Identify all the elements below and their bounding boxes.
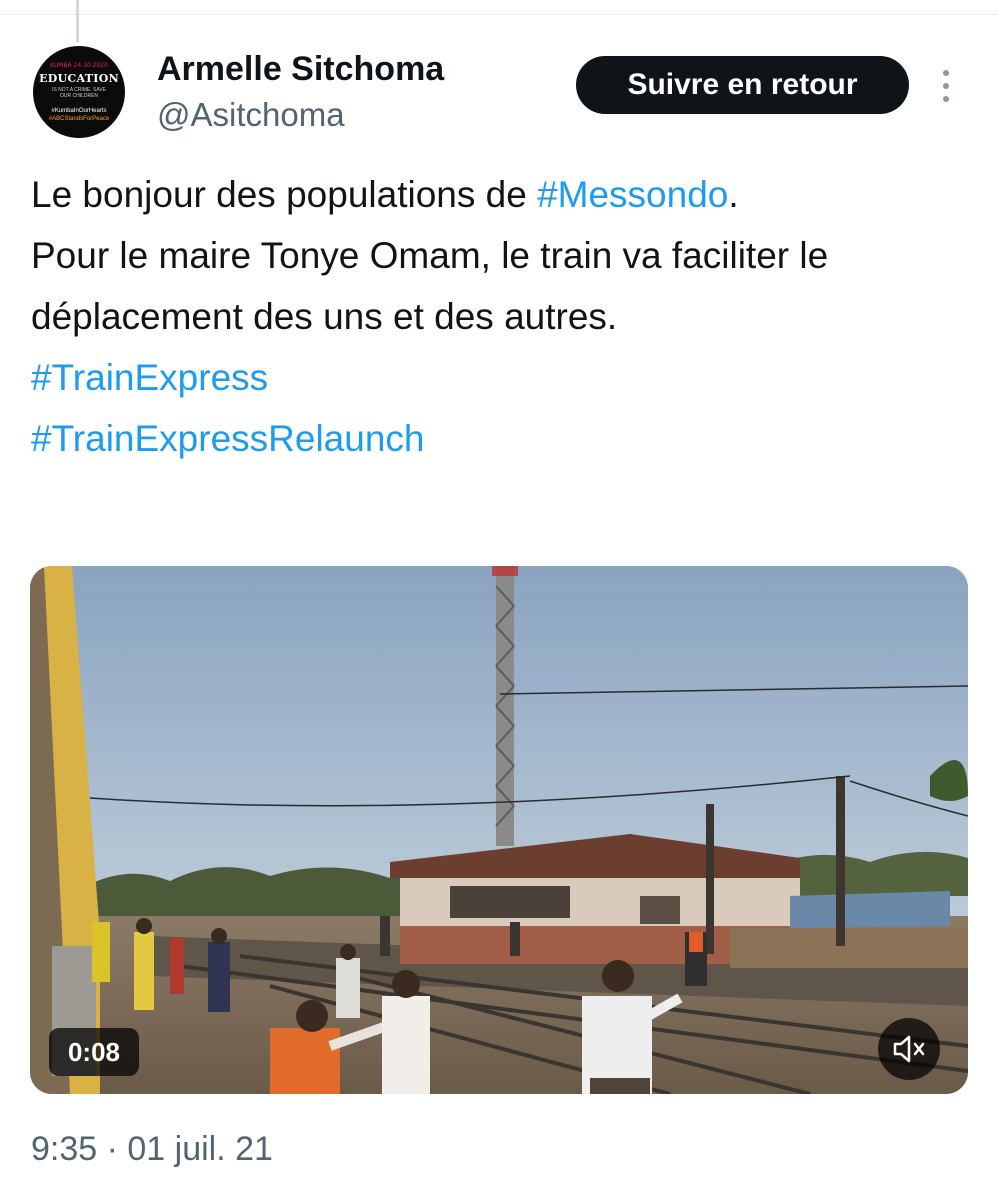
follow-back-button[interactable]: Suivre en retour [576,56,909,114]
tweet-text: Le bonjour des populations de #Messondo.… [31,164,971,469]
avatar-date-text: KUMBA 24.10.2020 [50,61,108,69]
avatar-tag-1: #KumbaInOurHearts [51,107,107,114]
video-duration: 0:08 [49,1028,139,1076]
avatar-tag-2: #ABCStandsForPeace [48,115,110,122]
hashtag-messondo[interactable]: #Messondo [537,174,728,215]
video-player[interactable] [30,566,968,1094]
speaker-muted-svg [893,1035,925,1063]
volume-muted-icon[interactable] [878,1018,940,1080]
video-frame [30,566,968,1094]
tweet-text-prefix: Le bonjour des populations de [31,174,538,215]
tweet-line-1: Le bonjour des populations de #Messondo. [31,164,971,225]
avatar-subtitle: IS NOT A CRIME. SAVE OUR CHILDREN [52,86,106,99]
top-divider [0,14,997,15]
tweet-timestamp[interactable]: 9:35 · 01 juil. 21 [31,1130,273,1169]
thread-connector-line [76,0,79,42]
author-handle[interactable]: @Asitchoma [157,96,345,134]
avatar-tags: #KumbaInOurHearts #ABCStandsForPeace [49,107,109,123]
tweet-text-period: . [728,174,739,215]
tweet-body: Pour le maire Tonye Omam, le train va fa… [31,235,829,337]
avatar-title: EDUCATION [39,71,119,85]
author-display-name[interactable]: Armelle Sitchoma [157,50,444,89]
hashtag-trainexpressrelaunch[interactable]: #TrainExpressRelaunch [31,418,425,459]
hashtag-trainexpress[interactable]: #TrainExpress [31,357,268,398]
avatar[interactable]: KUMBA 24.10.2020 EDUCATION IS NOT A CRIM… [33,46,125,138]
more-vertical-icon[interactable] [931,66,961,106]
